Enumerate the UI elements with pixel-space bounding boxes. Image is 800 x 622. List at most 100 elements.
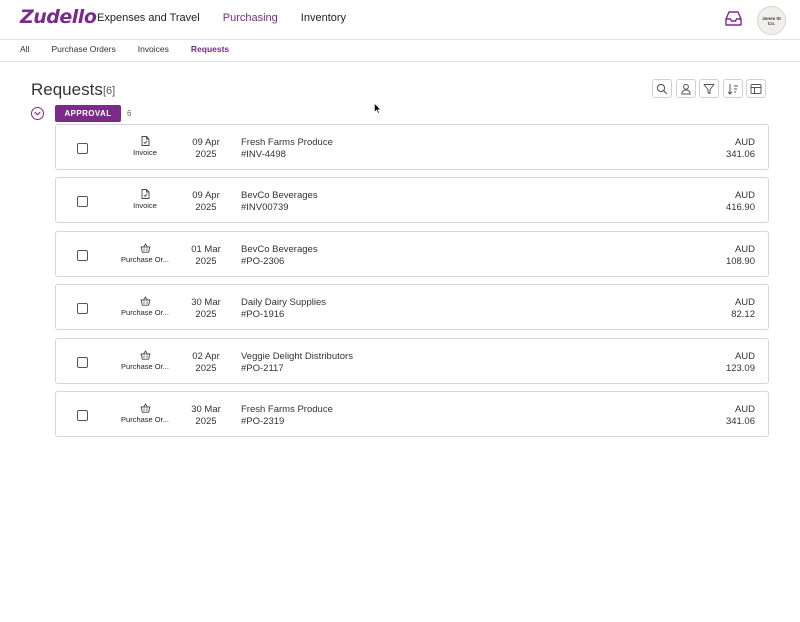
type-label: Invoice [133,201,157,211]
date-day: 02 Apr [192,350,220,362]
date-year: 2025 [195,362,217,374]
filter-button[interactable] [699,79,719,98]
date-cell: 30 Mar 2025 [182,297,230,321]
type-cell: Purchase Or... [110,296,180,317]
top-nav-purchasing[interactable]: Purchasing [223,12,278,24]
vendor-name: Daily Dairy Supplies [241,297,327,309]
type-cell: Invoice [110,189,180,210]
vendor-cell: Fresh Farms Produce #PO-2319 [241,404,333,428]
search-button[interactable] [652,79,672,98]
vendor-name: Veggie Delight Distributors [241,350,353,362]
sort-button[interactable] [722,79,743,98]
document-reference: #PO-2306 [241,255,285,267]
row-checkbox[interactable] [77,196,88,208]
sub-nav: All Purchase Orders Invoices Requests [0,40,800,62]
amount-value: 82.12 [731,309,755,321]
date-cell: 02 Apr 2025 [182,351,230,375]
date-cell: 09 Apr 2025 [182,190,230,214]
amount-cell: AUD 341.06 [726,137,755,161]
search-icon [656,83,668,94]
type-label: Purchase Or... [121,361,169,371]
date-day: 01 Mar [191,243,221,255]
vendor-name: BevCo Beverages [241,190,318,202]
sub-nav-invoices[interactable]: Invoices [138,44,169,54]
page-count: [6] [103,85,116,97]
sub-nav-purchase-orders[interactable]: Purchase Orders [51,44,115,54]
top-bar: Zudello Expenses and Travel Purchasing I… [0,0,800,40]
user-icon [680,83,691,94]
amount-value: 108.90 [725,255,755,267]
date-day: 09 Apr [192,190,220,202]
date-day: 09 Apr [192,137,220,148]
row-checkbox[interactable] [77,143,88,154]
date-year: 2025 [195,149,217,160]
logo[interactable]: Zudello [20,6,97,28]
list-item[interactable]: Purchase Or... 30 Mar 2025 Fresh Farms Pr… [55,390,769,437]
collapse-group-button[interactable] [31,107,44,120]
amount-value: 416.90 [725,202,755,214]
row-checkbox[interactable] [77,249,88,261]
amount-cell: AUD 341.06 [726,404,755,428]
basket-icon [140,349,150,360]
type-label: Purchase Or... [121,414,169,424]
page-title: Requests [31,80,103,99]
document-reference: #PO-2117 [241,362,284,374]
sub-nav-all[interactable]: All [20,44,29,54]
currency: AUD [734,190,755,202]
mouse-cursor-icon [374,103,381,114]
vendor-cell: Daily Dairy Supplies #PO-1916 [241,297,326,321]
date-cell: 01 Mar 2025 [182,244,230,268]
type-label: Invoice [133,148,157,157]
top-nav: Expenses and Travel Purchasing Inventory [97,12,346,24]
currency: AUD [734,297,755,309]
avatar[interactable]: Jones St Co. [757,6,786,35]
currency: AUD [734,403,755,415]
sort-icon [727,83,738,95]
list-item[interactable]: Purchase Or... 02 Apr 2025 Veggie Delight… [55,337,769,384]
group-count: 6 [127,109,132,118]
amount-value: 341.06 [725,415,755,427]
basket-icon [140,296,150,306]
date-day: 30 Mar [191,403,221,415]
document-icon [141,136,149,146]
date-year: 2025 [195,255,217,267]
amount-value: 123.09 [725,362,755,374]
vendor-cell: Veggie Delight Distributors #PO-2117 [241,351,353,375]
row-checkbox[interactable] [77,356,88,368]
columns-icon [750,83,762,94]
row-checkbox[interactable] [77,303,88,315]
vendor-cell: BevCo Beverages #INV00739 [241,190,318,214]
vendor-cell: BevCo Beverages #PO-2306 [241,244,318,268]
amount-value: 341.06 [725,149,755,160]
list-item[interactable]: Invoice 09 Apr 2025 Fresh Farms Produce #I… [55,124,769,170]
date-cell: 09 Apr 2025 [182,137,230,161]
user-filter-button[interactable] [675,79,696,98]
type-cell: Invoice [110,136,180,157]
columns-button[interactable] [746,79,766,98]
document-reference: #INV-4498 [241,149,286,160]
vendor-cell: Fresh Farms Produce #INV-4498 [241,137,333,161]
document-reference: #INV00739 [241,202,289,214]
basket-icon [140,403,150,413]
date-year: 2025 [195,415,217,427]
type-cell: Purchase Or... [110,349,180,371]
date-year: 2025 [195,202,217,214]
type-cell: Purchase Or... [110,403,180,424]
inbox-icon[interactable] [724,10,743,27]
basket-icon [140,242,150,253]
sub-nav-requests[interactable]: Requests [191,44,229,54]
date-day: 30 Mar [191,297,221,309]
row-checkbox[interactable] [77,409,88,421]
group-badge-approval[interactable]: APPROVAL [55,105,121,122]
list-item[interactable]: Purchase Or... 01 Mar 2025 BevCo Beverage… [55,230,769,277]
date-year: 2025 [195,309,217,321]
toolbar [652,79,766,98]
list-item[interactable]: Purchase Or... 30 Mar 2025 Daily Dairy Su… [55,284,769,331]
list-item[interactable]: Invoice 09 Apr 2025 BevCo Beverages #INV00… [55,177,769,224]
amount-cell: AUD 416.90 [726,190,755,214]
type-label: Purchase Or... [121,308,169,318]
top-nav-inventory[interactable]: Inventory [301,12,346,24]
date-cell: 30 Mar 2025 [182,404,230,428]
amount-cell: AUD 108.90 [726,244,755,268]
top-nav-expenses-and-travel[interactable]: Expenses and Travel [97,12,200,24]
